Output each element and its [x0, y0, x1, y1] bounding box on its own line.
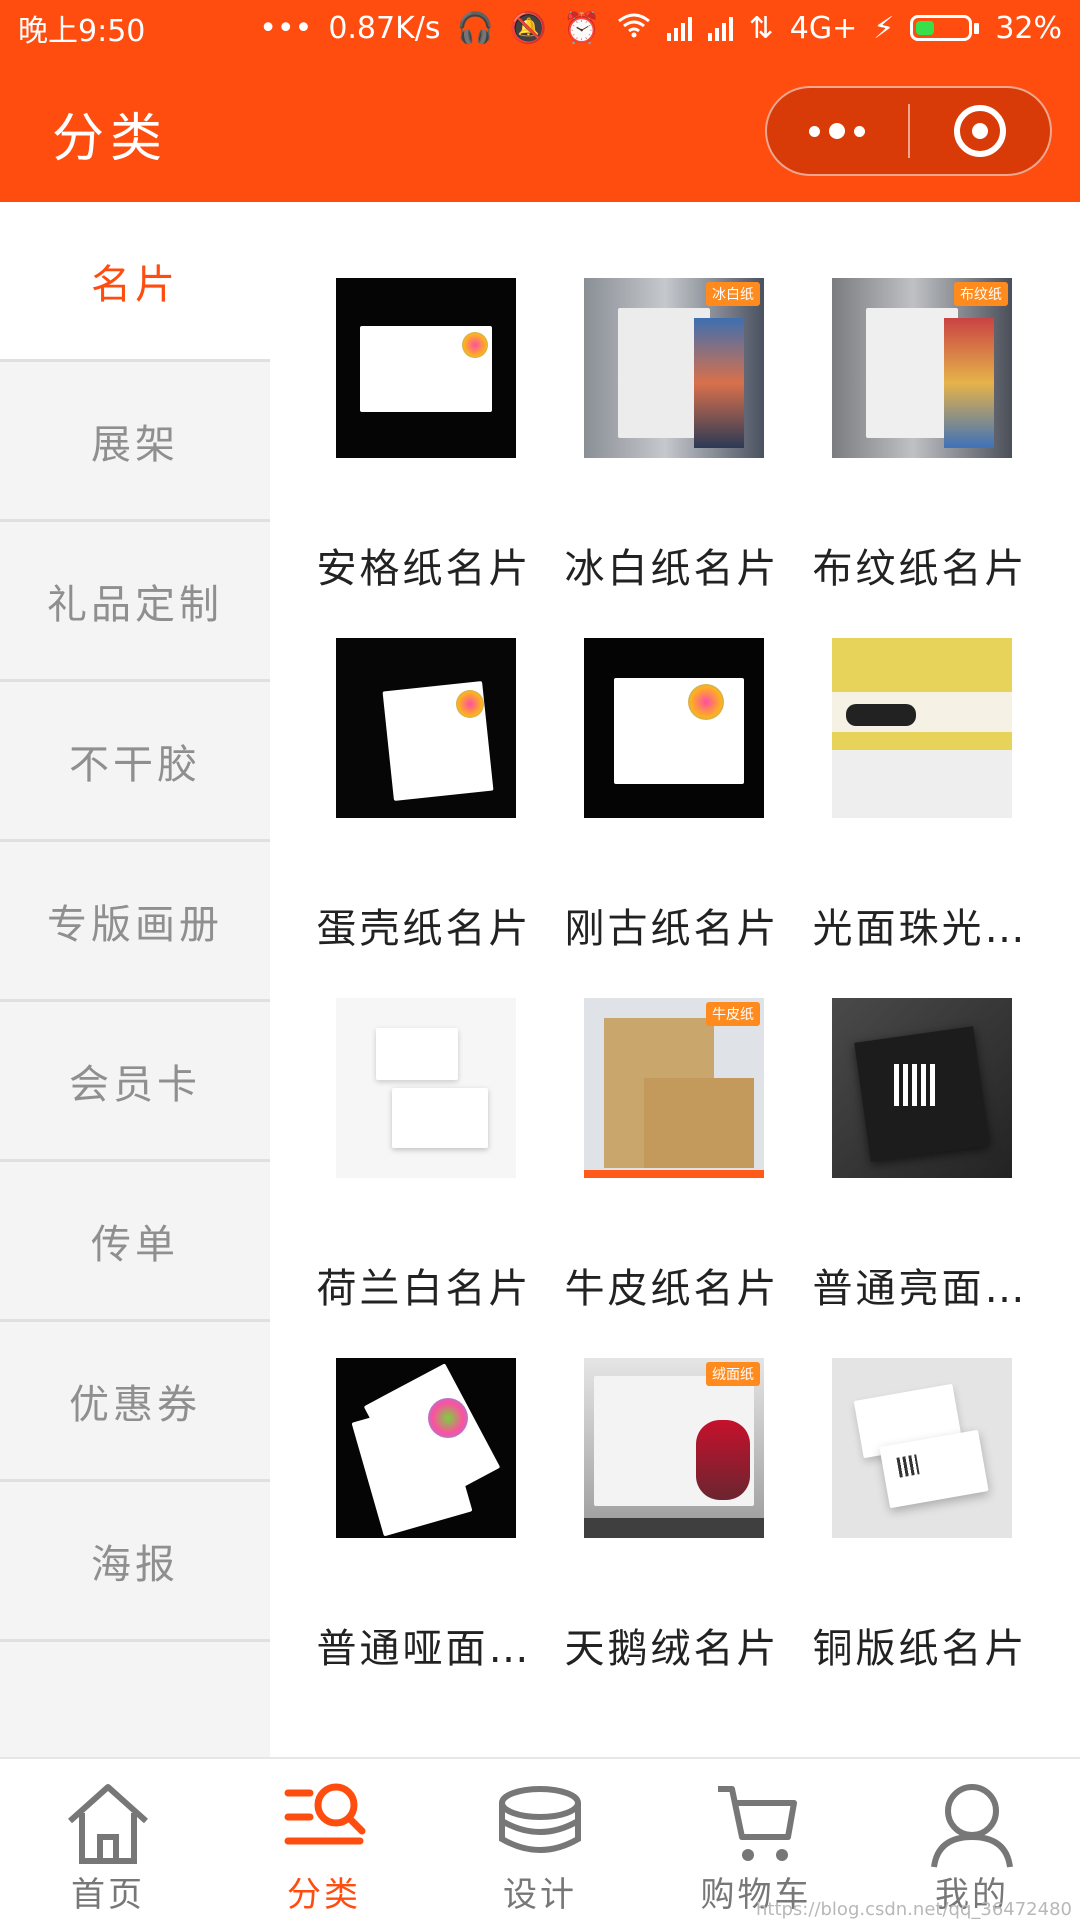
- sidebar-item-business-card[interactable]: 名片: [0, 202, 270, 362]
- network-speed: 0.87K/s: [328, 10, 441, 46]
- charging-icon: ⚡: [873, 10, 895, 46]
- product-name: 安格纸名片: [316, 546, 532, 592]
- product-item[interactable]: 牛皮纸 牛皮纸名片: [548, 978, 796, 1338]
- tab-label: 设计: [503, 1875, 577, 1915]
- product-grid: 安格纸名片 冰白纸 冰白纸名片 布纹纸 布纹纸名片 蛋壳纸名片 刚古纸名片 光面…: [300, 258, 1060, 1698]
- product-image: [336, 638, 516, 818]
- product-tag: 牛皮纸: [706, 1002, 760, 1026]
- network-type: 4G+: [789, 10, 858, 46]
- signal-1-icon: [666, 15, 692, 41]
- miniprogram-capsule: [765, 86, 1052, 176]
- bottom-tab-bar: 首页 分类 设计 购物车 我的 https://blog.csdn.net/qq…: [0, 1757, 1080, 1922]
- product-name: 刚古纸名片: [564, 906, 780, 952]
- product-name: 蛋壳纸名片: [316, 906, 532, 952]
- product-image: 布纹纸: [832, 278, 1012, 458]
- tab-label: 首页: [71, 1875, 145, 1915]
- tab-mine[interactable]: 我的: [864, 1759, 1080, 1922]
- product-image: [336, 998, 516, 1178]
- more-button[interactable]: [767, 88, 908, 174]
- sidebar-item-member-card[interactable]: 会员卡: [0, 1002, 270, 1162]
- product-name: 荷兰白名片: [316, 1266, 532, 1312]
- tab-label: 分类: [287, 1875, 361, 1915]
- tab-category[interactable]: 分类: [216, 1759, 432, 1922]
- close-target-icon: [953, 105, 1006, 157]
- product-item[interactable]: 光面珠光…: [796, 618, 1044, 978]
- product-item[interactable]: 绒面纸 天鹅绒名片: [548, 1338, 796, 1698]
- product-item[interactable]: 铜版纸名片: [796, 1338, 1044, 1698]
- wifi-icon: [617, 11, 651, 46]
- alarm-icon: ⏰: [563, 10, 601, 46]
- user-icon: [931, 1784, 1013, 1868]
- product-image: [336, 1358, 516, 1538]
- product-name: 普通哑面…: [316, 1626, 532, 1672]
- product-image: 冰白纸: [584, 278, 764, 458]
- battery-icon: [910, 15, 980, 41]
- product-name: 天鹅绒名片: [564, 1626, 780, 1672]
- sidebar-item-flyer[interactable]: 传单: [0, 1162, 270, 1322]
- data-arrows-icon: ⇅: [748, 10, 774, 46]
- product-item[interactable]: 刚古纸名片: [548, 618, 796, 978]
- tab-cart[interactable]: 购物车: [648, 1759, 864, 1922]
- status-icons: ••• 0.87K/s 🎧 🔕 ⏰ ⇅ 4G+ ⚡ 32%: [259, 11, 1062, 46]
- sidebar-item-sticker[interactable]: 不干胶: [0, 682, 270, 842]
- product-tag: 布纹纸: [954, 282, 1008, 306]
- sidebar-item-gift-custom[interactable]: 礼品定制: [0, 522, 270, 682]
- status-bar: 晚上9:50 ••• 0.87K/s 🎧 🔕 ⏰ ⇅ 4G+ ⚡ 32%: [0, 0, 1080, 56]
- sidebar-item-brochure[interactable]: 专版画册: [0, 842, 270, 1002]
- product-item[interactable]: 冰白纸 冰白纸名片: [548, 258, 796, 618]
- product-image: [584, 638, 764, 818]
- category-sidebar: 名片 展架 礼品定制 不干胶 专版画册 会员卡 传单 优惠券 海报: [0, 202, 270, 1757]
- more-dots-icon: [809, 123, 866, 139]
- watermark: https://blog.csdn.net/qq_36472480: [755, 1899, 1072, 1920]
- tab-design[interactable]: 设计: [432, 1759, 648, 1922]
- category-search-icon: [284, 1783, 366, 1845]
- layers-icon: [499, 1786, 581, 1853]
- product-name: 普通亮面…: [812, 1266, 1028, 1312]
- page-title: 分类: [52, 109, 169, 169]
- product-image: [832, 998, 1012, 1178]
- product-item[interactable]: 荷兰白名片: [300, 978, 548, 1338]
- product-item[interactable]: 蛋壳纸名片: [300, 618, 548, 978]
- close-button[interactable]: [910, 88, 1051, 174]
- product-name: 光面珠光…: [812, 906, 1028, 952]
- battery-percent: 32%: [995, 10, 1062, 46]
- product-image: [832, 638, 1012, 818]
- sidebar-item-coupon[interactable]: 优惠券: [0, 1322, 270, 1482]
- headset-icon: 🎧: [456, 10, 494, 46]
- product-name: 牛皮纸名片: [564, 1266, 780, 1312]
- product-item[interactable]: 普通哑面…: [300, 1338, 548, 1698]
- product-tag: 冰白纸: [706, 282, 760, 306]
- product-name: 布纹纸名片: [812, 546, 1028, 592]
- product-image: 绒面纸: [584, 1358, 764, 1538]
- sidebar-item-display-stand[interactable]: 展架: [0, 362, 270, 522]
- home-icon: [67, 1784, 149, 1864]
- cart-icon: [718, 1786, 797, 1861]
- mute-icon: 🔕: [509, 10, 548, 46]
- product-item[interactable]: 安格纸名片: [300, 258, 548, 618]
- product-item[interactable]: 布纹纸 布纹纸名片: [796, 258, 1044, 618]
- status-time: 晚上9:50: [18, 14, 146, 49]
- product-image: [832, 1358, 1012, 1538]
- nav-header: 分类: [0, 56, 1080, 202]
- product-item[interactable]: 普通亮面…: [796, 978, 1044, 1338]
- product-tag: 绒面纸: [706, 1362, 760, 1386]
- product-image: 牛皮纸: [584, 998, 764, 1178]
- sidebar-item-poster[interactable]: 海报: [0, 1482, 270, 1642]
- tab-home[interactable]: 首页: [0, 1759, 216, 1922]
- product-name: 铜版纸名片: [812, 1626, 1028, 1672]
- signal-2-icon: [707, 15, 733, 41]
- notification-dots: •••: [259, 10, 313, 46]
- product-image: [336, 278, 516, 458]
- product-name: 冰白纸名片: [564, 546, 780, 592]
